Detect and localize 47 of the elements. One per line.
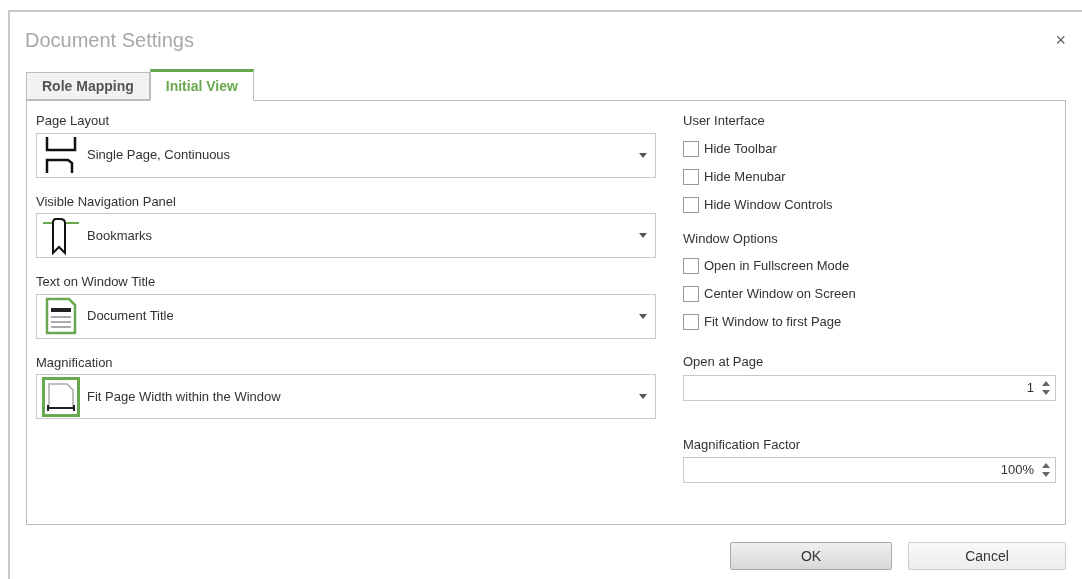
dialog-button[interactable]: Cancel bbox=[908, 542, 1066, 570]
field-label: Text on Window Title bbox=[36, 273, 157, 291]
window-title: Document Settings bbox=[25, 28, 194, 53]
checkbox[interactable] bbox=[683, 196, 699, 213]
field-label: Visible Navigation Panel bbox=[36, 192, 177, 211]
document-icon bbox=[44, 297, 78, 335]
dropdown-field[interactable]: Bookmarks bbox=[36, 213, 656, 258]
dropdown-arrow-icon bbox=[639, 313, 647, 319]
dropdown-field[interactable]: Single Page, Continuous bbox=[36, 132, 656, 178]
dropdown-value: Document Title bbox=[87, 307, 175, 326]
dropdown-value: Fit Page Width within the Window bbox=[87, 387, 282, 406]
checkbox-label: Open in Fullscreen Mode bbox=[704, 257, 850, 276]
page-layout-icon bbox=[44, 136, 78, 174]
field-label: Open at Page bbox=[683, 353, 765, 371]
number-spinner[interactable]: 100% bbox=[683, 457, 1056, 483]
dropdown-arrow-icon bbox=[639, 152, 647, 158]
dropdown-arrow-icon bbox=[639, 233, 647, 238]
number-spinner[interactable]: 1 bbox=[683, 374, 1056, 401]
field-label: Magnification Factor bbox=[683, 435, 802, 454]
checkbox[interactable] bbox=[683, 140, 699, 157]
fit-width-icon bbox=[42, 376, 80, 417]
checkbox[interactable] bbox=[683, 258, 699, 274]
checkbox[interactable] bbox=[683, 314, 699, 330]
checkbox[interactable] bbox=[683, 286, 699, 302]
dropdown-value: Bookmarks bbox=[87, 226, 154, 245]
checkbox-label: Hide Window Controls bbox=[704, 195, 833, 214]
tab[interactable]: Role Mapping bbox=[26, 72, 150, 100]
checkbox-label: Hide Toolbar bbox=[704, 139, 777, 158]
group-title: User Interface bbox=[683, 112, 766, 130]
spinner-value: 1 bbox=[1026, 378, 1034, 397]
checkbox-label: Center Window on Screen bbox=[704, 285, 856, 304]
spinner-value: 100% bbox=[1000, 461, 1034, 480]
dropdown-value: Single Page, Continuous bbox=[87, 146, 232, 165]
spinner-arrows-icon[interactable] bbox=[1042, 379, 1050, 396]
group-title: Window Options bbox=[683, 229, 779, 248]
checkbox-label: Fit Window to first Page bbox=[704, 313, 842, 332]
spinner-arrows-icon[interactable] bbox=[1042, 462, 1050, 478]
dropdown-arrow-icon bbox=[639, 394, 647, 399]
field-label: Page Layout bbox=[36, 112, 110, 130]
dropdown-field[interactable]: Fit Page Width within the Window bbox=[36, 374, 656, 419]
checkbox[interactable] bbox=[683, 168, 699, 185]
checkbox-label: Hide Menubar bbox=[704, 167, 786, 186]
dialog-button[interactable]: OK bbox=[730, 542, 892, 570]
dropdown-field[interactable]: Document Title bbox=[36, 293, 656, 339]
field-label: Magnification bbox=[36, 353, 114, 372]
close-button[interactable]: × bbox=[1055, 31, 1066, 49]
bookmark-icon bbox=[42, 216, 80, 255]
